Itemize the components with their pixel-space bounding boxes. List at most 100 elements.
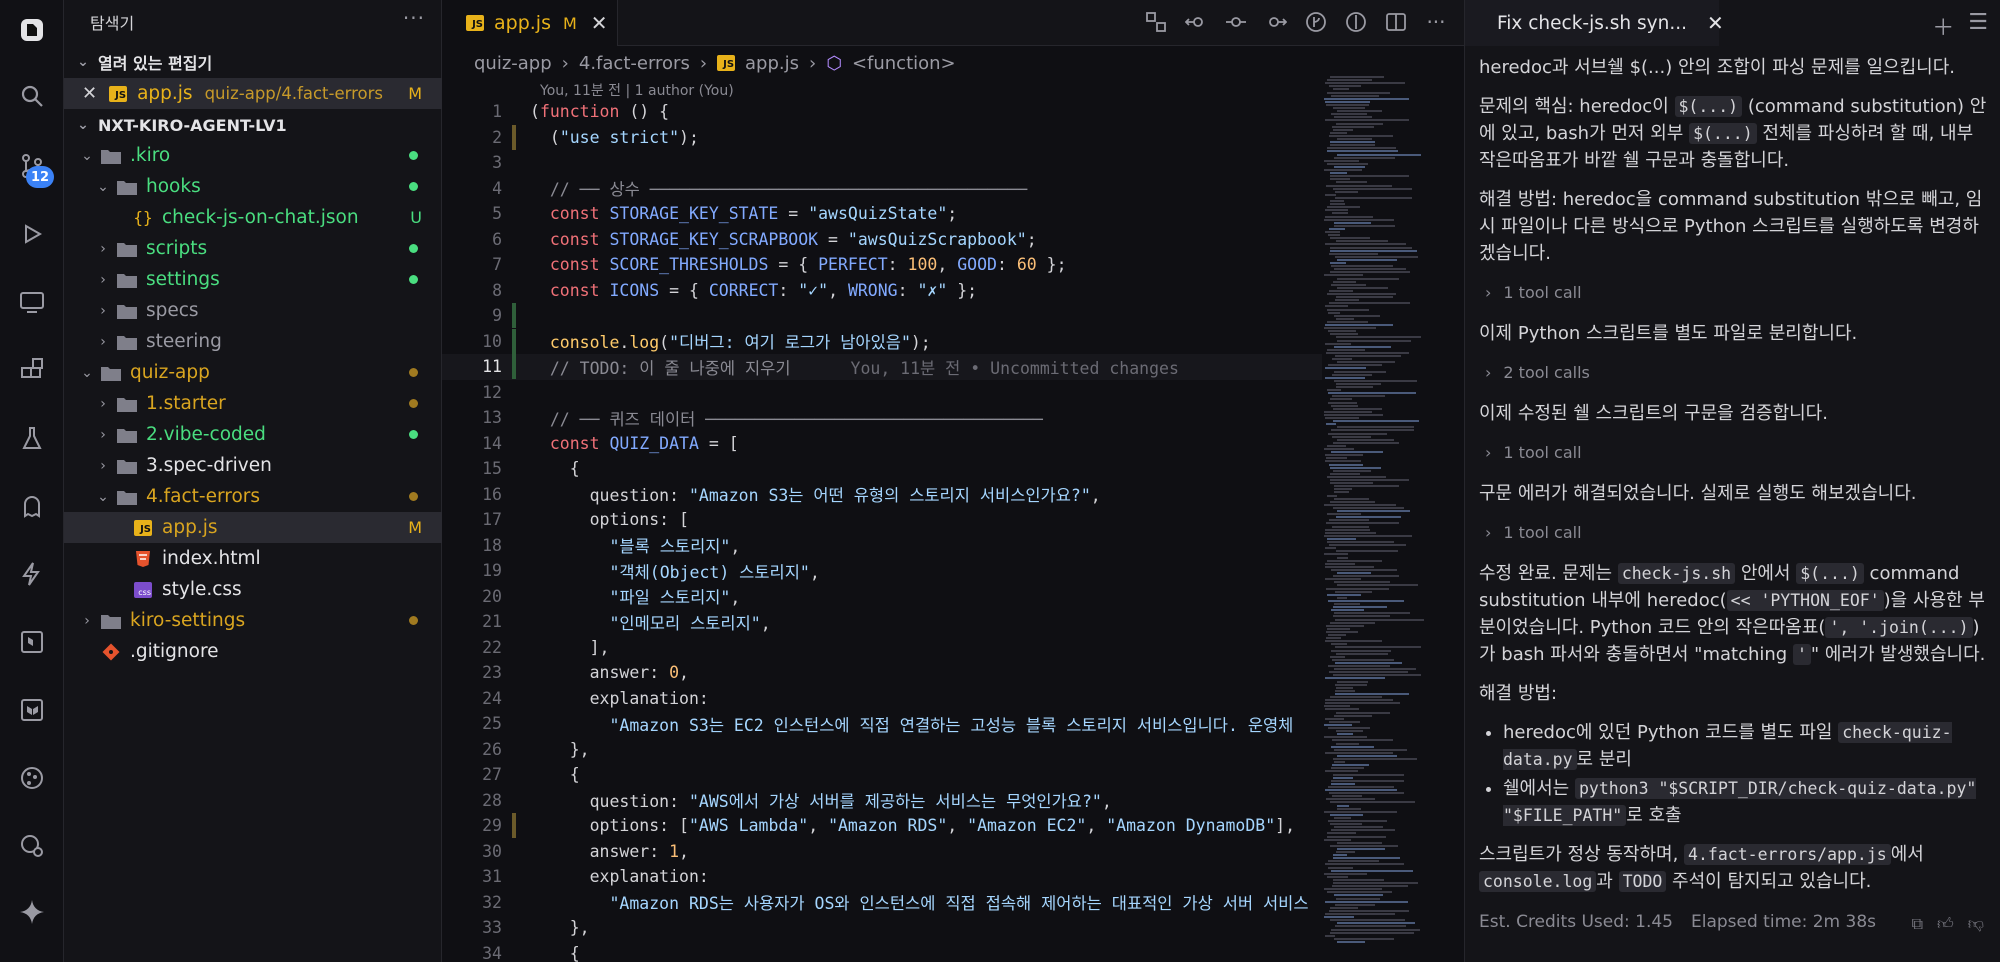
tree-item[interactable]: css style.css: [64, 574, 442, 605]
code-line[interactable]: 8 const ICONS = { CORRECT: "✓", WRONG: "…: [442, 278, 1322, 304]
close-icon[interactable]: ✕: [1707, 11, 1724, 35]
terraform-icon[interactable]: [12, 622, 52, 662]
run-debug-icon[interactable]: [12, 214, 52, 254]
project-header[interactable]: ⌄ NXT-KIRO-AGENT-LV1: [64, 110, 442, 140]
code-line[interactable]: 10 console.log("디버그: 여기 로그가 남아있음");: [442, 328, 1322, 355]
chevron-right-icon: ›: [809, 52, 817, 74]
minimap[interactable]: [1318, 76, 1448, 962]
code-line[interactable]: 16 question: "Amazon S3는 어떤 유형의 스토리지 서비스…: [442, 482, 1322, 508]
tree-item[interactable]: ⌄ hooks: [64, 171, 442, 202]
code-line[interactable]: 13 // ── 퀴즈 데이터 ────────────────────────…: [442, 405, 1322, 431]
code-line[interactable]: 14 const QUIZ_DATA = [: [442, 431, 1322, 457]
tree-item[interactable]: JS app.js M: [64, 512, 442, 543]
kiro-logo-icon[interactable]: [12, 10, 52, 50]
sparkle-icon[interactable]: [12, 892, 52, 932]
tree-item[interactable]: › 2.vibe-coded: [64, 419, 442, 450]
tree-item[interactable]: ⌄ 4.fact-errors: [64, 481, 442, 512]
thumbs-up-icon[interactable]: 👍︎: [1937, 914, 1954, 934]
git-history-icon[interactable]: [1304, 10, 1328, 34]
tree-item[interactable]: .gitignore: [64, 636, 442, 667]
code-line[interactable]: 18 "블록 스토리지",: [442, 533, 1322, 559]
code-line[interactable]: 25 "Amazon S3는 EC2 인스턴스에 직접 연결하는 고성능 블록 …: [442, 711, 1322, 737]
tree-item[interactable]: › 1.starter: [64, 388, 442, 419]
code-view[interactable]: 1 (function () {2 ("use strict"); 3 4 // ──…: [442, 99, 1322, 962]
breadcrumb-item[interactable]: 4.fact-errors: [579, 53, 690, 74]
minimap-line: [1328, 665, 1390, 667]
tree-item[interactable]: {} check-js-on-chat.json U: [64, 202, 442, 233]
codelens-blame[interactable]: You, 11분 전 | 1 author (You): [540, 80, 734, 100]
copy-icon[interactable]: ⧉: [1912, 914, 1923, 934]
code-line[interactable]: 11 // TODO: 이 줄 나중에 지우기 You, 11분 전 • Unco…: [442, 354, 1322, 380]
tree-item[interactable]: › kiro-settings: [64, 605, 442, 636]
tree-item[interactable]: › settings: [64, 264, 442, 295]
lightning-icon[interactable]: [12, 554, 52, 594]
tree-item[interactable]: › steering: [64, 326, 442, 357]
code-line[interactable]: 26 },: [442, 737, 1322, 763]
new-chat-icon[interactable]: ＋: [1932, 10, 1954, 42]
open-changes-icon[interactable]: [1344, 10, 1368, 34]
code-line[interactable]: 23 answer: 0,: [442, 660, 1322, 686]
compare-changes-icon[interactable]: [1144, 10, 1168, 34]
more-actions-icon[interactable]: ···: [403, 6, 425, 30]
code-line[interactable]: 9: [442, 303, 1322, 329]
code-line[interactable]: 24 explanation:: [442, 686, 1322, 712]
thumbs-down-icon[interactable]: 👎︎: [1968, 914, 1984, 934]
tree-item[interactable]: index.html: [64, 543, 442, 574]
open-editors-header[interactable]: ⌄ 열려 있는 편집기: [64, 47, 442, 77]
tree-item[interactable]: › scripts: [64, 233, 442, 264]
code-line[interactable]: 4 // ── 상수 ─────────────────────────────…: [442, 176, 1322, 202]
tool-call-toggle[interactable]: › 1 tool call: [1485, 279, 1989, 306]
commit-icon[interactable]: [1224, 10, 1248, 34]
code-line[interactable]: 22 ],: [442, 635, 1322, 661]
code-line[interactable]: 7 const SCORE_THRESHOLDS = { PERFECT: 10…: [442, 252, 1322, 278]
tree-item[interactable]: ⌄ quiz-app: [64, 357, 442, 388]
code-line[interactable]: 34 {: [442, 941, 1322, 962]
minimap-line: [1337, 841, 1382, 844]
breadcrumb-item[interactable]: quiz-app: [474, 53, 552, 74]
more-actions-icon[interactable]: ···: [1424, 10, 1448, 34]
code-line[interactable]: 31 explanation:: [442, 864, 1322, 890]
kiro-ghost-icon[interactable]: [12, 486, 52, 526]
tree-item[interactable]: › 3.spec-driven: [64, 450, 442, 481]
tree-item[interactable]: › specs: [64, 295, 442, 326]
tree-item[interactable]: ⌄ .kiro: [64, 140, 442, 171]
breadcrumb-item[interactable]: <function>: [852, 53, 956, 74]
split-editor-icon[interactable]: [1384, 10, 1408, 34]
chat-history-icon[interactable]: ☰: [1968, 10, 1988, 42]
code-line[interactable]: 17 options: [: [442, 507, 1322, 533]
breadcrumb-item[interactable]: app.js: [745, 53, 799, 74]
open-editor-item[interactable]: ✕ JS app.js quiz-app/4.fact-errors M: [64, 78, 442, 109]
git-graph-icon[interactable]: [12, 758, 52, 798]
next-change-icon[interactable]: [1264, 10, 1288, 34]
tab-app-js[interactable]: JS app.js M ✕: [442, 0, 618, 46]
code-line[interactable]: 12: [442, 380, 1322, 406]
code-line[interactable]: 27 {: [442, 762, 1322, 788]
terraform-cloud-icon[interactable]: [12, 690, 52, 730]
chat-tab[interactable]: Fix check-js.sh syn... ✕: [1465, 0, 1724, 46]
code-line[interactable]: 28 question: "AWS에서 가상 서버를 제공하는 서비스는 무엇인…: [442, 788, 1322, 814]
code-line[interactable]: 30 answer: 1,: [442, 839, 1322, 865]
code-line[interactable]: 2 ("use strict");: [442, 124, 1322, 151]
code-line[interactable]: 32 "Amazon RDS는 사용자가 OS와 인스턴스에 직접 접속해 제어…: [442, 890, 1322, 916]
code-line[interactable]: 3: [442, 150, 1322, 176]
code-line[interactable]: 33 },: [442, 915, 1322, 941]
code-line[interactable]: 21 "인메모리 스토리지",: [442, 609, 1322, 635]
previous-change-icon[interactable]: [1184, 10, 1208, 34]
search-icon[interactable]: [12, 76, 52, 116]
tool-call-toggle[interactable]: › 2 tool calls: [1485, 359, 1989, 386]
gitlens-icon[interactable]: [12, 826, 52, 866]
code-line[interactable]: 5 const STORAGE_KEY_STATE = "awsQuizStat…: [442, 201, 1322, 227]
code-line[interactable]: 15 {: [442, 456, 1322, 482]
tool-call-toggle[interactable]: › 1 tool call: [1485, 519, 1989, 546]
code-line[interactable]: 20 "파일 스토리지",: [442, 584, 1322, 610]
remote-explorer-icon[interactable]: [12, 282, 52, 322]
code-line[interactable]: 19 "객체(Object) 스토리지",: [442, 558, 1322, 584]
code-line[interactable]: 1 (function () {: [442, 99, 1322, 125]
code-line[interactable]: 6 const STORAGE_KEY_SCRAPBOOK = "awsQuiz…: [442, 227, 1322, 253]
close-icon[interactable]: ✕: [82, 83, 97, 104]
tool-call-toggle[interactable]: › 1 tool call: [1485, 439, 1989, 466]
extensions-icon[interactable]: [12, 350, 52, 390]
code-line[interactable]: 29 options: ["AWS Lambda", "Amazon RDS",…: [442, 813, 1322, 839]
close-icon[interactable]: ✕: [591, 11, 608, 35]
testing-flask-icon[interactable]: [12, 418, 52, 458]
